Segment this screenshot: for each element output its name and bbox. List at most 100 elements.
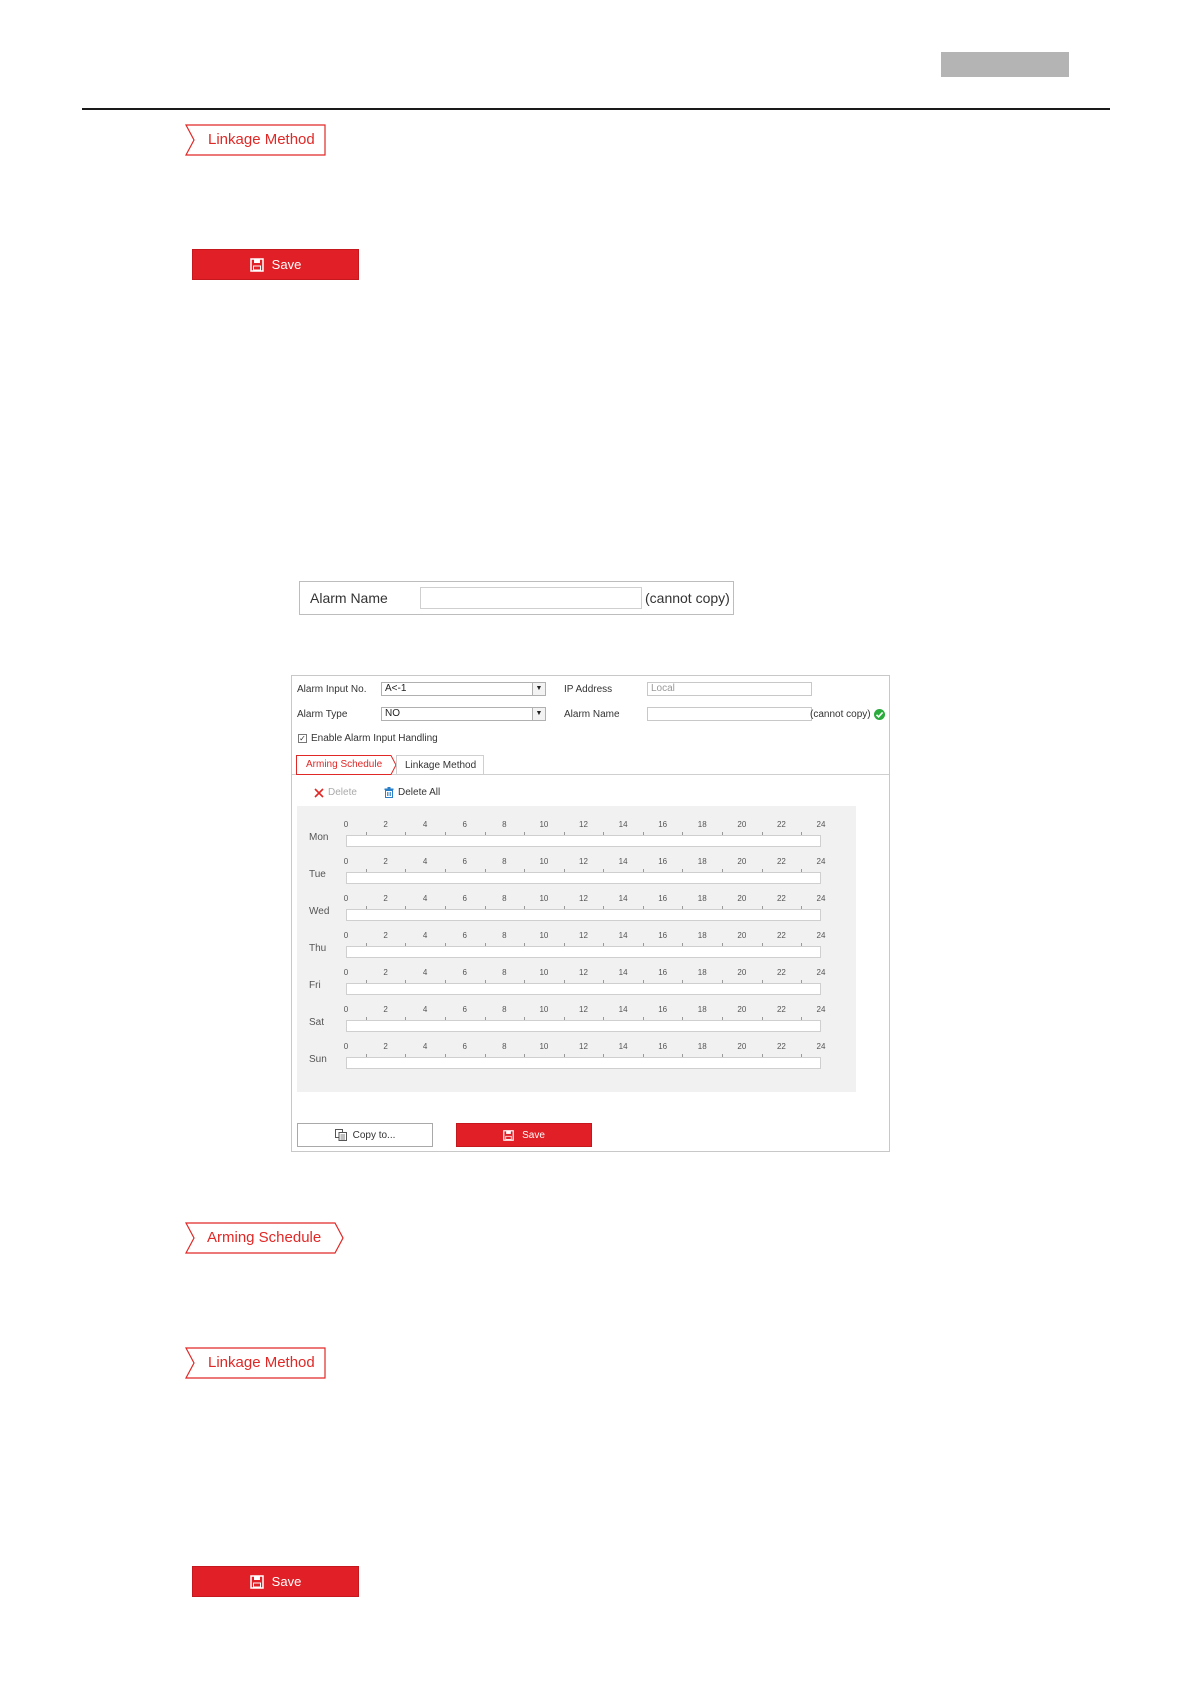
hour-tick-label: 16 [658,820,668,829]
delete-button[interactable]: Delete [314,787,357,798]
alarm-input-panel: Alarm Input No. A<-1 ▼ IP Address Local … [291,675,890,1152]
hour-tick-label: 24 [816,894,826,903]
floppy-disk-icon [249,257,264,272]
hour-tick-label: 16 [658,1042,668,1051]
panel-save-label: Save [522,1129,545,1141]
save-button-label: Save [271,257,302,272]
delete-all-button[interactable]: Delete All [384,787,440,798]
hour-tick-label: 10 [539,931,549,940]
hour-tick-label: 10 [539,1042,549,1051]
hour-tick-label: 14 [618,931,628,940]
hour-tick-label: 2 [383,894,388,903]
day-label: Mon [309,832,329,843]
hour-tick-label: 10 [539,1005,549,1014]
hour-tick-label: 10 [539,894,549,903]
hour-tick-label: 16 [658,857,668,866]
alarm-name-input[interactable] [420,587,642,609]
hour-tick-label: 2 [383,931,388,940]
tab-linkage-method[interactable]: Linkage Method [396,755,484,775]
hour-tick-label: 24 [816,968,826,977]
alarm-input-no-select[interactable]: A<-1 ▼ [381,682,546,696]
hour-tick-label: 12 [579,931,588,940]
hour-tick-label: 18 [697,931,707,940]
hour-tick-label: 4 [422,894,428,903]
day-label: Wed [309,906,330,917]
schedule-timeline-bar[interactable] [346,835,821,847]
cannot-copy-note: (cannot copy) [645,590,730,606]
alarm-name-label: Alarm Name [310,590,388,606]
hour-tick-label: 2 [383,1042,388,1051]
hour-tick-label: 16 [658,894,668,903]
hour-tick-label: 10 [539,857,549,866]
schedule-row-mon: Mon 0 2 4 6 8 10 12 14 16 18 20 22 24 [297,816,856,853]
hour-tick-label: 16 [658,1005,668,1014]
hour-tick-label: 0 [343,1042,349,1051]
delete-all-label: Delete All [398,787,441,798]
tab-arming-schedule[interactable]: Arming Schedule [296,755,397,775]
schedule-row-thu: Thu 0 2 4 6 8 10 12 14 16 18 20 22 24 [297,927,856,964]
schedule-timeline-bar[interactable] [346,909,821,921]
schedule-row-tue: Tue 0 2 4 6 8 10 12 14 16 18 20 22 24 [297,853,856,890]
save-button[interactable]: Save [192,1566,359,1597]
hour-tick-label: 8 [502,968,507,977]
hour-tick-label: 0 [343,1005,349,1014]
hour-tick-label: 2 [383,1005,388,1014]
x-icon [314,787,324,798]
hour-tick-label: 0 [343,894,349,903]
hour-tick-label: 16 [658,968,668,977]
hour-tick-label: 8 [502,894,507,903]
schedule-timeline-bar[interactable] [346,872,821,884]
hour-tick-label: 18 [697,857,707,866]
trash-icon [384,787,394,798]
hour-tick-label: 22 [776,894,786,903]
hour-tick-label: 24 [816,1005,826,1014]
schedule-timeline-bar[interactable] [346,1020,821,1032]
hour-tick-label: 20 [737,894,747,903]
alarm-name-input[interactable] [647,707,812,721]
hour-tick-label: 20 [737,968,747,977]
enable-alarm-input-checkbox[interactable]: ✓ [298,734,307,743]
hour-tick-label: 10 [539,820,549,829]
hour-tick-label: 24 [816,931,826,940]
save-button[interactable]: Save [192,249,359,280]
hour-tick-label: 14 [618,894,628,903]
hour-tick-label: 4 [422,1042,428,1051]
schedule-row-sat: Sat 0 2 4 6 8 10 12 14 16 18 20 22 24 [297,1001,856,1038]
save-button-label: Save [271,1574,302,1589]
hour-tick-label: 2 [383,857,388,866]
hour-tick-label: 12 [579,857,588,866]
arming-schedule-text: Arming Schedule [207,1229,322,1246]
hour-tick-label: 20 [737,820,747,829]
hour-tick-label: 0 [343,968,349,977]
cannot-copy-note: (cannot copy) [810,709,871,720]
hour-tick-label: 2 [383,968,388,977]
alarm-input-no-value: A<-1 [385,683,407,694]
panel-save-button[interactable]: Save [456,1123,592,1147]
hour-tick-label: 0 [343,857,349,866]
hour-tick-label: 0 [343,931,349,940]
hour-tick-label: 8 [502,931,507,940]
hour-tick-label: 14 [618,968,628,977]
hour-tick-label: 18 [697,894,707,903]
hour-tick-label: 6 [462,857,467,866]
schedule-timeline-bar[interactable] [346,983,821,995]
alarm-input-no-label: Alarm Input No. [297,684,367,695]
alarm-name-label: Alarm Name [564,709,620,720]
schedule-timeline-bar[interactable] [346,946,821,958]
schedule-row-fri: Fri 0 2 4 6 8 10 12 14 16 18 20 22 24 [297,964,856,1001]
copy-to-button[interactable]: Copy to... [297,1123,433,1147]
hour-tick-label: 12 [579,820,588,829]
hour-tick-label: 20 [737,857,747,866]
copy-icon [334,1129,347,1141]
hour-tick-label: 18 [697,968,707,977]
alarm-type-label: Alarm Type [297,709,348,720]
schedule-row-wed: Wed 0 2 4 6 8 10 12 14 16 18 20 22 24 [297,890,856,927]
schedule-row-sun: Sun 0 2 4 6 8 10 12 14 16 18 20 22 24 [297,1038,856,1075]
day-label: Sat [309,1017,325,1028]
floppy-disk-icon [503,1129,514,1141]
ip-address-value: Local [651,683,675,694]
schedule-timeline-bar[interactable] [346,1057,821,1069]
hour-tick-label: 12 [579,1005,588,1014]
alarm-type-select[interactable]: NO ▼ [381,707,546,721]
hour-tick-label: 8 [502,857,507,866]
